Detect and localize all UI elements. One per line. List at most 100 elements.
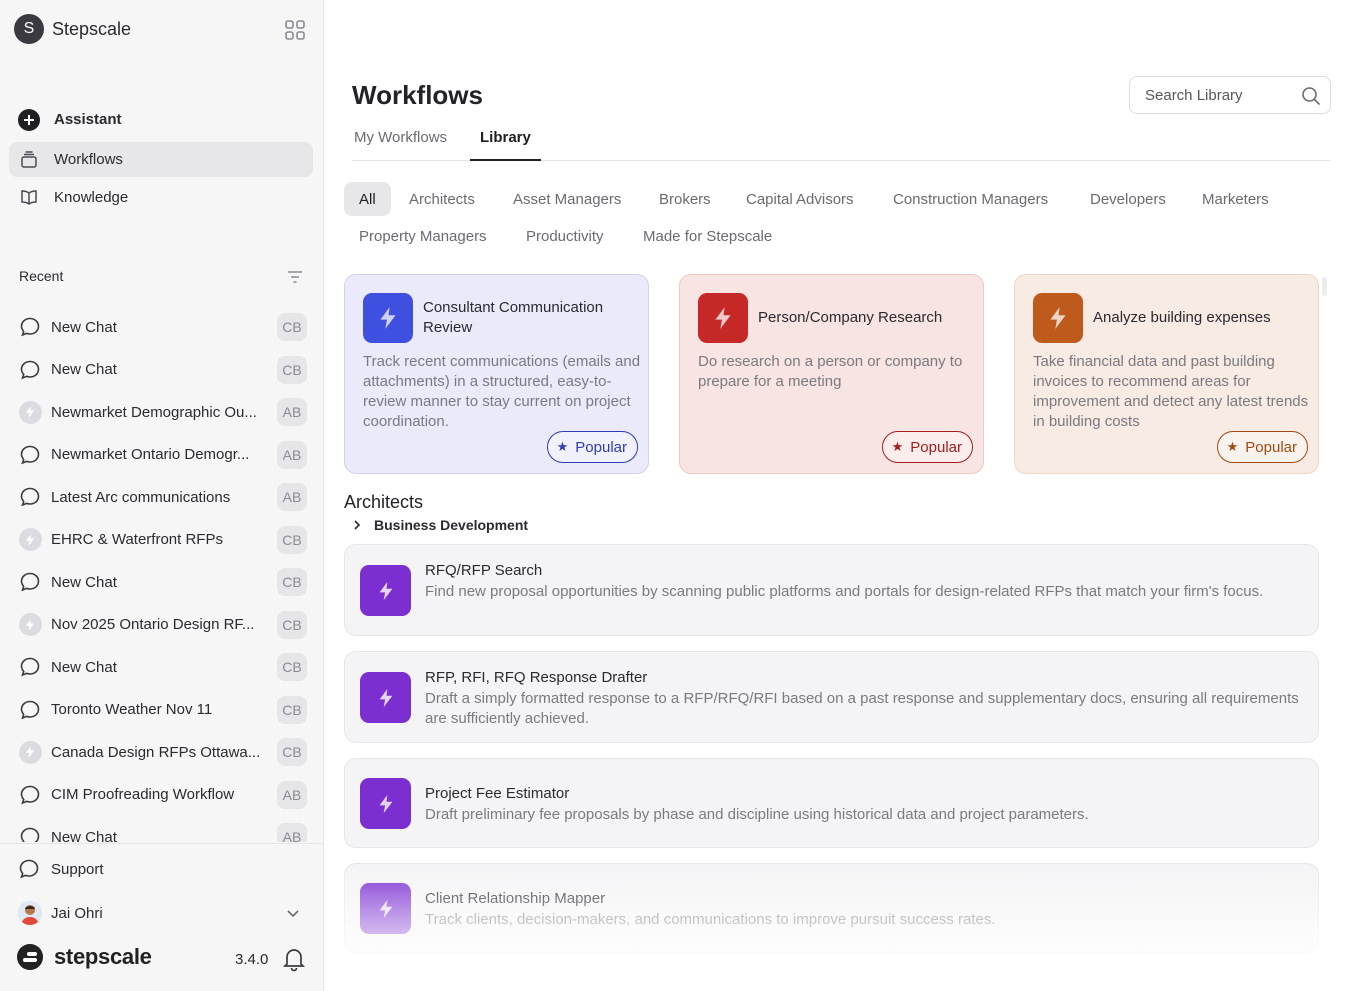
nav-assistant[interactable]: Assistant	[9, 102, 313, 137]
star-icon: ★	[556, 439, 569, 454]
recent-item-label: CIM Proofreading Workflow	[51, 786, 235, 803]
tab-my-workflows[interactable]: My Workflows	[354, 129, 447, 146]
support-label: Support	[51, 860, 104, 878]
owner-initials-badge: AB	[277, 440, 307, 469]
workflow-row[interactable]: RFQ/RFP Search Find new proposal opportun…	[344, 544, 1319, 636]
owner-initials-badge: CB	[277, 525, 307, 554]
workflow-bolt-icon	[18, 400, 42, 424]
recent-item-label: New Chat	[51, 318, 117, 336]
chat-bubble-icon	[18, 315, 42, 339]
sidebar-divider	[0, 843, 323, 844]
star-icon: ★	[1226, 439, 1239, 454]
nav-workflows[interactable]: Workflows	[9, 142, 313, 177]
workflow-title: Project Fee Estimator	[425, 785, 570, 802]
workflow-row[interactable]: Client Relationship Mapper Track clients,…	[344, 863, 1319, 953]
brand-name: stepscale	[54, 944, 152, 969]
recent-item-label: Latest Arc communications	[51, 488, 231, 506]
filter-chip[interactable]: Property Managers	[344, 219, 502, 253]
badge-label: Popular	[1245, 438, 1297, 456]
recent-item[interactable]: New Chat CB	[0, 561, 323, 603]
search-icon[interactable]	[1301, 86, 1321, 106]
chevron-right-icon	[352, 519, 362, 531]
chat-bubble-icon	[18, 485, 42, 509]
filter-icon[interactable]	[286, 270, 304, 284]
search-box[interactable]	[1129, 76, 1331, 114]
apps-grid-icon[interactable]	[284, 19, 306, 41]
recent-item-label: Newmarket Ontario Demogr...	[51, 446, 250, 463]
filter-chip[interactable]: Capital Advisors	[731, 182, 869, 216]
nav-assistant-label: Assistant	[54, 111, 122, 128]
filter-chip[interactable]: Architects	[394, 182, 490, 216]
recent-item[interactable]: Newmarket Demographic Ou... AB	[0, 391, 323, 433]
badge-label: Popular	[910, 438, 962, 456]
featured-workflow-card[interactable]: Analyze building expenses Take financial …	[1014, 274, 1319, 474]
recent-item[interactable]: Nov 2025 Ontario Design RF... CB	[0, 604, 323, 646]
workflow-bolt-icon	[18, 528, 42, 552]
owner-initials-badge: CB	[277, 568, 307, 596]
owner-initials-badge: CB	[277, 695, 307, 724]
card-title: Analyze building expenses	[1093, 309, 1271, 326]
owner-initials-badge: CB	[277, 653, 307, 681]
owner-initials-badge: AB	[277, 780, 307, 809]
recent-item-label: New Chat	[51, 828, 117, 843]
featured-workflow-card[interactable]: Consultant Communication Review Track rec…	[344, 274, 649, 474]
workflow-bolt-icon	[360, 672, 411, 723]
recent-item[interactable]: New Chat CB	[0, 646, 323, 688]
recent-item-label: New Chat	[51, 658, 117, 676]
recent-heading: Recent	[19, 268, 64, 284]
workflow-title: RFQ/RFP Search	[425, 562, 543, 579]
filter-chip[interactable]: Brokers	[644, 182, 726, 216]
subsection-title: Business Development	[374, 517, 529, 533]
brand: stepscale	[17, 944, 152, 970]
filter-chip[interactable]: Construction Managers	[878, 182, 1063, 216]
workflow-title: Client Relationship Mapper	[425, 890, 606, 907]
chat-bubble-icon	[18, 443, 42, 467]
recent-item[interactable]: New Chat CB	[0, 306, 323, 348]
workflow-title: RFP, RFI, RFQ Response Drafter	[425, 669, 648, 686]
filter-chip[interactable]: Developers	[1075, 182, 1181, 216]
sidebar: S Stepscale Assistant Workflows Knowledg…	[0, 0, 324, 991]
chevron-down-icon[interactable]	[285, 905, 301, 921]
recent-item[interactable]: Toronto Weather Nov 11 CB	[0, 689, 323, 731]
chat-bubble-icon	[18, 783, 42, 807]
featured-workflow-card[interactable]: Person/Company Research Do research on a …	[679, 274, 984, 474]
support-link[interactable]: Support	[18, 858, 104, 880]
workflow-bolt-icon	[1033, 293, 1083, 343]
filter-chip[interactable]: Productivity	[511, 219, 619, 253]
recent-item[interactable]: Newmarket Ontario Demogr... AB	[0, 434, 323, 476]
workflow-description: Draft a simply formatted response to a R…	[425, 690, 1299, 727]
recent-item[interactable]: CIM Proofreading Workflow AB	[0, 774, 323, 816]
recent-item[interactable]: New Chat CB	[0, 349, 323, 391]
chat-bubble-icon	[18, 698, 42, 722]
nav-knowledge-label: Knowledge	[54, 189, 129, 206]
filter-chip[interactable]: Asset Managers	[498, 182, 636, 216]
workflow-row[interactable]: RFP, RFI, RFQ Response Drafter Draft a si…	[344, 651, 1319, 743]
recent-item[interactable]: Canada Design RFPs Ottawa... CB	[0, 731, 323, 773]
workflow-bolt-icon	[18, 740, 42, 764]
user-menu[interactable]: Jai Ohri	[18, 901, 308, 925]
recent-item[interactable]: EHRC & Waterfront RFPs CB	[0, 519, 323, 561]
recent-item-label: New Chat	[51, 361, 117, 378]
recent-item[interactable]: New Chat AB	[0, 816, 323, 842]
workspace-name: Stepscale	[52, 18, 132, 39]
chat-bubble-icon	[18, 655, 42, 679]
workflow-row[interactable]: Project Fee Estimator Draft preliminary f…	[344, 758, 1319, 848]
filter-chip[interactable]: Made for Stepscale	[628, 219, 787, 253]
star-icon: ★	[891, 439, 904, 454]
workflow-bolt-icon	[18, 613, 42, 637]
workflow-description: Find new proposal opportunities by scann…	[425, 583, 1264, 600]
scrollbar[interactable]	[1322, 277, 1327, 296]
recent-item[interactable]: Latest Arc communications AB	[0, 476, 323, 518]
workflow-bolt-icon	[698, 293, 748, 343]
workflow-bolt-icon	[360, 883, 411, 934]
plus-circle-icon	[18, 108, 40, 131]
filter-chip[interactable]: Marketers	[1187, 182, 1284, 216]
tab-library[interactable]: Library	[480, 129, 531, 146]
bell-icon[interactable]	[282, 946, 306, 972]
nav-knowledge[interactable]: Knowledge	[9, 180, 313, 215]
filter-chip[interactable]: All	[344, 182, 391, 216]
chat-bubble-icon	[18, 825, 42, 842]
subsection-toggle[interactable]: Business Development	[352, 517, 528, 533]
search-input[interactable]	[1145, 86, 1295, 104]
workspace-switcher[interactable]: S Stepscale	[14, 14, 131, 44]
